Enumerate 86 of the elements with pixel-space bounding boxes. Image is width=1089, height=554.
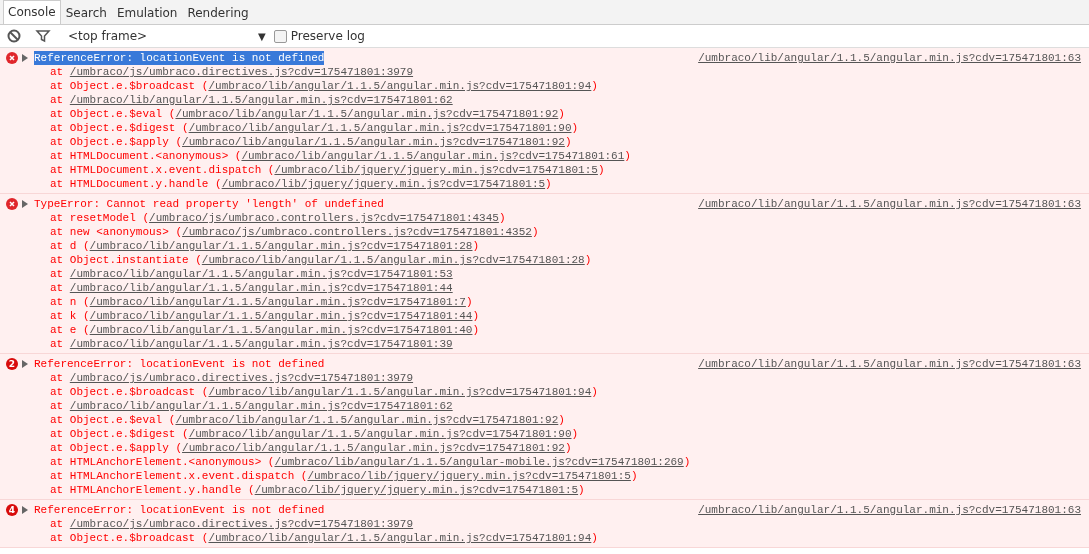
stack-frame-link[interactable]: /umbraco/lib/angular/1.1.5/angular.min.js?cdv=175471801:62 (69, 94, 453, 106)
stack-frame: at /umbraco/js/umbraco.directives.js?cdv=175471801:3979 (34, 371, 1081, 385)
stack-frame-link[interactable]: /umbraco/lib/angular/1.1.5/angular.min.js?cdv=175471801:28 (201, 254, 585, 266)
stack-frame: at d (/umbraco/lib/angular/1.1.5/angular.min.js?cdv=175471801:28) (34, 239, 1081, 253)
stack-frame: at /umbraco/js/umbraco.directives.js?cdv=175471801:3979 (34, 65, 1081, 79)
error-message: ReferenceError: locationEvent is not defined (34, 503, 325, 517)
stack-frame: at Object.e.$apply (/umbraco/lib/angular/1.1.5/angular.min.js?cdv=175471801:92) (34, 441, 1081, 455)
stack-frame: at resetModel (/umbraco/js/umbraco.controllers.js?cdv=175471801:4345) (34, 211, 1081, 225)
stack-frame-link[interactable]: /umbraco/lib/angular/1.1.5/angular.min.js?cdv=175471801:40 (89, 324, 473, 336)
stack-frame-link[interactable]: /umbraco/lib/jquery/jquery.min.js?cdv=175471801:5 (274, 164, 598, 176)
stack-frame-link[interactable]: /umbraco/lib/angular/1.1.5/angular.min.js?cdv=175471801:44 (69, 282, 453, 294)
frame-selector[interactable]: <top frame> (68, 29, 258, 43)
stack-frame: at HTMLAnchorElement.y.handle (/umbraco/lib/jquery/jquery.min.js?cdv=175471801:5) (34, 483, 1081, 497)
stack-frame: at Object.e.$digest (/umbraco/lib/angular/1.1.5/angular.min.js?cdv=175471801:90) (34, 121, 1081, 135)
stack-frame: at Object.e.$broadcast (/umbraco/lib/angular/1.1.5/angular.min.js?cdv=175471801:94) (34, 531, 1081, 545)
stack-frame-link[interactable]: /umbraco/js/umbraco.directives.js?cdv=175471801:3979 (69, 518, 414, 530)
source-link[interactable]: /umbraco/lib/angular/1.1.5/angular.min.js?cdv=175471801:63 (698, 503, 1081, 517)
dropdown-arrow[interactable]: ▼ (258, 30, 266, 42)
stack-frame-link[interactable]: /umbraco/lib/angular/1.1.5/angular.min.js?cdv=175471801:28 (89, 240, 473, 252)
stack-frame: at HTMLAnchorElement.x.event.dispatch (/umbraco/lib/jquery/jquery.min.js?cdv=175471801:5) (34, 469, 1081, 483)
stack-frame-link[interactable]: /umbraco/lib/angular/1.1.5/angular.min.js?cdv=175471801:92 (175, 108, 559, 120)
expand-triangle-icon[interactable] (22, 506, 28, 514)
stack-frame-link[interactable]: /umbraco/lib/angular/1.1.5/angular.min.js?cdv=175471801:61 (241, 150, 625, 162)
stack-frame: at Object.e.$apply (/umbraco/lib/angular/1.1.5/angular.min.js?cdv=175471801:92) (34, 135, 1081, 149)
stack-frame: at /umbraco/lib/angular/1.1.5/angular.min.js?cdv=175471801:53 (34, 267, 1081, 281)
stack-frame-link[interactable]: /umbraco/lib/jquery/jquery.min.js?cdv=175471801:5 (254, 484, 579, 496)
stack-frame: at /umbraco/lib/angular/1.1.5/angular.min.js?cdv=175471801:44 (34, 281, 1081, 295)
stack-frame: at Object.e.$broadcast (/umbraco/lib/angular/1.1.5/angular.min.js?cdv=175471801:94) (34, 79, 1081, 93)
stack-frame-link[interactable]: /umbraco/lib/angular/1.1.5/angular.min.js?cdv=175471801:62 (69, 400, 453, 412)
stack-frame: at Object.e.$eval (/umbraco/lib/angular/1.1.5/angular.min.js?cdv=175471801:92) (34, 413, 1081, 427)
stack-frame-link[interactable]: /umbraco/lib/jquery/jquery.min.js?cdv=175471801:5 (221, 178, 546, 190)
repeat-count-badge: 4 (6, 504, 18, 516)
stack-frame-link[interactable]: /umbraco/js/umbraco.directives.js?cdv=175471801:3979 (69, 66, 414, 78)
stack-frame: at HTMLAnchorElement.<anonymous> (/umbraco/lib/angular/1.1.5/angular-mobile.js?cdv=175471801:269) (34, 455, 1081, 469)
stack-frame: at /umbraco/js/umbraco.directives.js?cdv=175471801:3979 (34, 517, 1081, 531)
stack-frame-link[interactable]: /umbraco/lib/angular/1.1.5/angular.min.js?cdv=175471801:53 (69, 268, 453, 280)
stack-frame-link[interactable]: /umbraco/lib/jquery/jquery.min.js?cdv=175471801:5 (307, 470, 631, 482)
filter-icon[interactable] (35, 28, 51, 44)
stack-frame-link[interactable]: /umbraco/lib/angular/1.1.5/angular.min.js?cdv=175471801:90 (188, 428, 572, 440)
stack-frame: at /umbraco/lib/angular/1.1.5/angular.min.js?cdv=175471801:39 (34, 337, 1081, 351)
error-message: TypeError: Cannot read property 'length' of undefined (34, 197, 384, 211)
expand-triangle-icon[interactable] (22, 360, 28, 368)
expand-triangle-icon[interactable] (22, 54, 28, 62)
expand-triangle-icon[interactable] (22, 200, 28, 208)
stack-frame: at new <anonymous> (/umbraco/js/umbraco.controllers.js?cdv=175471801:4352) (34, 225, 1081, 239)
error-message: ReferenceError: locationEvent is not defined (34, 357, 325, 371)
source-link[interactable]: /umbraco/lib/angular/1.1.5/angular.min.js?cdv=175471801:63 (698, 197, 1081, 211)
source-link[interactable]: /umbraco/lib/angular/1.1.5/angular.min.js?cdv=175471801:63 (698, 357, 1081, 371)
stack-frame-link[interactable]: /umbraco/lib/angular/1.1.5/angular-mobile.js?cdv=175471801:269 (274, 456, 684, 468)
stack-frame: at Object.e.$broadcast (/umbraco/lib/angular/1.1.5/angular.min.js?cdv=175471801:94) (34, 385, 1081, 399)
preserve-log-label[interactable]: Preserve log (290, 29, 365, 43)
error-icon (6, 52, 18, 64)
tab[interactable]: Console (3, 0, 61, 24)
stack-frame: at /umbraco/lib/angular/1.1.5/angular.min.js?cdv=175471801:62 (34, 399, 1081, 413)
stack-frame-link[interactable]: /umbraco/js/umbraco.directives.js?cdv=175471801:3979 (69, 372, 414, 384)
stack-frame: at Object.instantiate (/umbraco/lib/angular/1.1.5/angular.min.js?cdv=175471801:28) (34, 253, 1081, 267)
error-icon (6, 198, 18, 210)
clear-icon[interactable] (6, 28, 22, 44)
stack-frame-link[interactable]: /umbraco/lib/angular/1.1.5/angular.min.js?cdv=175471801:44 (89, 310, 473, 322)
stack-frame-link[interactable]: /umbraco/lib/angular/1.1.5/angular.min.js?cdv=175471801:39 (69, 338, 453, 350)
stack-frame-link[interactable]: /umbraco/js/umbraco.controllers.js?cdv=175471801:4345 (149, 212, 499, 224)
stack-frame: at HTMLDocument.<anonymous> (/umbraco/lib/angular/1.1.5/angular.min.js?cdv=175471801:61) (34, 149, 1081, 163)
error-message: ReferenceError: locationEvent is not defined (34, 51, 325, 65)
stack-frame-link[interactable]: /umbraco/lib/angular/1.1.5/angular.min.js?cdv=175471801:90 (188, 122, 572, 134)
source-link[interactable]: /umbraco/lib/angular/1.1.5/angular.min.js?cdv=175471801:63 (698, 51, 1081, 65)
stack-frame-link[interactable]: /umbraco/lib/angular/1.1.5/angular.min.js?cdv=175471801:94 (208, 532, 592, 544)
repeat-count-badge: 2 (6, 358, 18, 370)
stack-frame: at k (/umbraco/lib/angular/1.1.5/angular.min.js?cdv=175471801:44) (34, 309, 1081, 323)
stack-frame-link[interactable]: /umbraco/lib/angular/1.1.5/angular.min.js?cdv=175471801:94 (208, 386, 592, 398)
tab[interactable]: Search (60, 1, 112, 24)
stack-frame-link[interactable]: /umbraco/lib/angular/1.1.5/angular.min.js?cdv=175471801:92 (182, 136, 565, 148)
stack-frame-link[interactable]: /umbraco/js/umbraco.controllers.js?cdv=175471801:4352 (182, 226, 532, 238)
stack-frame: at Object.e.$digest (/umbraco/lib/angular/1.1.5/angular.min.js?cdv=175471801:90) (34, 427, 1081, 441)
stack-frame-link[interactable]: /umbraco/lib/angular/1.1.5/angular.min.js?cdv=175471801:92 (175, 414, 559, 426)
stack-frame-link[interactable]: /umbraco/lib/angular/1.1.5/angular.min.js?cdv=175471801:7 (89, 296, 466, 308)
stack-frame: at n (/umbraco/lib/angular/1.1.5/angular.min.js?cdv=175471801:7) (34, 295, 1081, 309)
stack-frame: at HTMLDocument.x.event.dispatch (/umbraco/lib/jquery/jquery.min.js?cdv=175471801:5) (34, 163, 1081, 177)
stack-frame: at Object.e.$eval (/umbraco/lib/angular/1.1.5/angular.min.js?cdv=175471801:92) (34, 107, 1081, 121)
stack-frame-link[interactable]: /umbraco/lib/angular/1.1.5/angular.min.js?cdv=175471801:94 (208, 80, 592, 92)
stack-frame: at HTMLDocument.y.handle (/umbraco/lib/jquery/jquery.min.js?cdv=175471801:5) (34, 177, 1081, 191)
tab[interactable]: Rendering (182, 1, 254, 24)
stack-frame-link[interactable]: /umbraco/lib/angular/1.1.5/angular.min.js?cdv=175471801:92 (182, 442, 565, 454)
tab[interactable]: Emulation (111, 1, 183, 24)
preserve-log-checkbox[interactable] (273, 29, 287, 43)
stack-frame: at /umbraco/lib/angular/1.1.5/angular.min.js?cdv=175471801:62 (34, 93, 1081, 107)
stack-frame: at e (/umbraco/lib/angular/1.1.5/angular.min.js?cdv=175471801:40) (34, 323, 1081, 337)
